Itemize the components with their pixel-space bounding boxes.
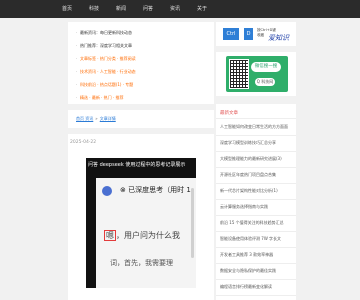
article-date: 2025-04-22 (70, 140, 97, 145)
deepseek-logo-icon (102, 186, 112, 196)
latest-article-link[interactable]: 新一代芯片架构性能对比分析(1) (220, 188, 292, 199)
breadcrumb: 首页 资讯» 文章详情 (76, 116, 116, 122)
nav-item-6[interactable]: 关于 (197, 0, 207, 18)
notice-text: 热门推荐：深度学习相关文章 (80, 42, 132, 48)
divider (216, 135, 296, 136)
d-key-button[interactable]: D (244, 28, 253, 40)
latest-article-link[interactable]: 深度学习模型训练技巧汇总分享 (220, 140, 292, 151)
breadcrumb-current-link[interactable]: 文章详情 (100, 116, 116, 121)
divider (216, 263, 296, 264)
notice-item[interactable]: · 科技前沿 · 热点话题(1) · 专题 (76, 78, 206, 91)
notice-item[interactable]: · 热门推荐：深度学习相关文章 (76, 39, 206, 52)
divider (216, 215, 296, 216)
notice-item[interactable]: · 文章标签 · 热门分类 · 推荐阅读 (76, 52, 206, 65)
latest-article-link[interactable]: 开源社区年度热门项目盘点合集 (220, 172, 292, 183)
signature-logo: 爱知识 (268, 34, 289, 42)
top-navigation-bar: 首页 科技 新闻 问答 资讯 关于 (0, 0, 360, 18)
search-keyword-button[interactable]: Q 科技网 (255, 78, 275, 86)
ctrl-key-button[interactable]: Ctrl (223, 28, 239, 40)
video-frame: ⊗ 已深度思考（用时 1 嗯，用户问为什么我 词，首先，我需要理 (96, 178, 196, 288)
latest-article-link[interactable]: 前沿 15 个值得关注的科技趋势汇总 (220, 220, 292, 231)
divider (216, 295, 296, 296)
latest-article-link[interactable]: 编程语言排行榜最新变化解读 (220, 284, 292, 295)
atom-icon: ⊗ (120, 186, 126, 194)
latest-article-link[interactable]: 数据安全与隐私保护的最佳实践 (220, 268, 292, 279)
divider (216, 199, 296, 200)
highlighted-word: 嗯 (104, 230, 116, 241)
qr-code (229, 59, 249, 89)
chat-line: 嗯，用户问为什么我 (104, 230, 180, 241)
notice-text: 科技前沿 · 热点话题(1) · 专题 (80, 81, 134, 87)
chat-text: ，用户问为什么我 (116, 231, 180, 240)
notice-text: 技术资讯 · 人工智能 · 行业动态 (80, 68, 136, 74)
nav-item-5[interactable]: 资讯 (170, 0, 180, 18)
nav-item-1[interactable]: 首页 (62, 0, 72, 18)
latest-title: 最新文章 (220, 111, 238, 116)
notice-text: 最新资讯：每日更新科技动态 (80, 29, 132, 35)
latest-article-link[interactable]: 开发者工具推荐 3 款效率神器 (220, 252, 292, 263)
nav-item-2[interactable]: 科技 (89, 0, 99, 18)
video-caption: 问答 deepseek 使用过程中的思考记录展示 (88, 162, 186, 168)
latest-article-link[interactable]: 大模型推理能力的最新研究进展(3) (220, 156, 292, 167)
notice-item[interactable]: · 技术资讯 · 人工智能 · 行业动态 (76, 65, 206, 78)
notice-list: · 最新资讯：每日更新科技动态 · 热门推荐：深度学习相关文章 · 文章标签 · 热门… (76, 26, 206, 104)
latest-article-link[interactable]: 人工智能如何改变日常生活的方方面面 (220, 124, 292, 135)
nav-item-3[interactable]: 新闻 (116, 0, 126, 18)
breadcrumb-separator: » (95, 116, 98, 121)
divider (216, 118, 296, 119)
notice-item[interactable]: · 精选 · 最新 · 热门 · 推荐 (76, 91, 206, 104)
qr-pattern (230, 60, 248, 88)
divider (216, 279, 296, 280)
divider (216, 247, 296, 248)
wechat-search-button[interactable]: 微信搜一搜 (251, 62, 281, 72)
notice-text: 文章标签 · 热门分类 · 推荐阅读 (80, 55, 136, 61)
latest-article-link[interactable]: 云计算服务选择指南与实践 (220, 204, 292, 215)
notice-item[interactable]: · 最新资讯：每日更新科技动态 (76, 26, 206, 39)
nav-item-4[interactable]: 问答 (143, 0, 153, 18)
divider (216, 167, 296, 168)
video-player[interactable]: 问答 deepseek 使用过程中的思考记录展示 ⊗ 已深度思考（用时 1 嗯，… (86, 158, 196, 288)
divider (216, 183, 296, 184)
chat-line: 词，首先，我需要理 (110, 259, 173, 267)
think-text: 已深度思考（用时 1 (128, 186, 191, 194)
divider (216, 231, 296, 232)
video-scrollbar[interactable] (191, 188, 194, 258)
divider (216, 151, 296, 152)
think-status: ⊗ 已深度思考（用时 1 (120, 185, 191, 195)
notice-text: 精选 · 最新 · 热门 · 推荐 (80, 94, 124, 100)
breadcrumb-home-link[interactable]: 首页 资讯 (76, 116, 93, 121)
latest-article-link[interactable]: 智能设备使用体验评测 7W 字长文 (220, 236, 292, 247)
